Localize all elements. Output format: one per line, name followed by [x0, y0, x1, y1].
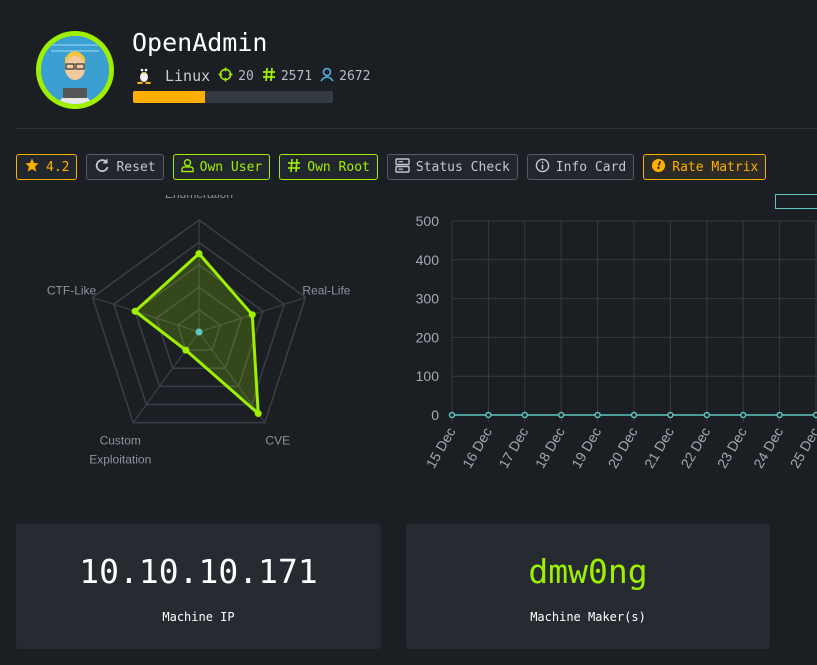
machine-meta: Linux 20 2571 2672 — [134, 64, 378, 88]
radar-data-point — [182, 346, 190, 354]
x-tick-label: 21 Dec — [641, 425, 677, 471]
y-tick-label: 100 — [416, 368, 440, 384]
y-tick-label: 300 — [416, 291, 440, 307]
hash-icon — [287, 158, 307, 177]
user-owns-stat: 2672 — [320, 67, 370, 86]
linux-icon — [134, 64, 159, 88]
own-root-label: Own Root — [307, 159, 370, 175]
own-user-button[interactable]: Own User — [172, 154, 271, 180]
root-owns-value: 2571 — [280, 68, 313, 84]
chart-legend-box — [775, 194, 817, 209]
reset-button[interactable]: Reset — [86, 154, 164, 180]
own-user-label: Own User — [199, 159, 263, 175]
radar-axis-label: Real-Life — [302, 284, 350, 298]
rating-button[interactable]: 4.2 — [16, 154, 78, 180]
x-tick-label: 20 Dec — [605, 425, 641, 471]
line-data-point — [739, 411, 747, 419]
points-value: 20 — [238, 68, 254, 84]
radar-data-point — [131, 307, 139, 315]
x-tick-label: 23 Dec — [714, 425, 750, 471]
info-card-button[interactable]: Info Card — [526, 154, 635, 180]
y-tick-label: 200 — [416, 329, 440, 345]
root-owns-stat: 2571 — [262, 67, 312, 86]
y-tick-label: 500 — [416, 213, 440, 229]
avatar-image — [41, 36, 109, 104]
machine-maker-card: dmw0ng Machine Maker(s) — [406, 524, 770, 649]
rate-matrix-label: Rate Matrix — [672, 159, 759, 175]
header-divider — [16, 128, 817, 129]
line-data-point — [594, 411, 601, 419]
rating-value: 4.2 — [46, 159, 70, 175]
x-tick-label: 17 Dec — [495, 425, 531, 471]
line-data-point — [485, 411, 492, 419]
rate-matrix-button[interactable]: Rate Matrix — [643, 154, 767, 180]
star-icon — [24, 157, 46, 177]
own-root-button[interactable]: Own Root — [279, 154, 378, 180]
radar-axis-label: CTF-Like — [47, 284, 97, 298]
x-tick-label: 24 Dec — [750, 425, 786, 471]
progress-fill — [133, 91, 205, 103]
radar-center-point — [195, 328, 203, 336]
line-data-point — [448, 411, 456, 419]
machine-progress-bar — [133, 91, 333, 103]
user-icon — [320, 67, 339, 86]
x-tick-label: 16 Dec — [459, 425, 495, 471]
crosshair-icon — [218, 66, 238, 86]
line-data-point — [812, 411, 817, 419]
status-check-button[interactable]: Status Check — [386, 154, 518, 180]
machine-ip-label: Machine IP — [162, 610, 235, 624]
user-owns-value: 2672 — [339, 68, 371, 84]
machine-ip-card: 10.10.10.171 Machine IP — [16, 524, 381, 649]
rate-matrix-radar-chart: Enumeration Real-Life CVE CustomExploitatio… — [47, 195, 351, 466]
radar-axis-label: CVE — [265, 433, 290, 447]
machine-maker-value[interactable]: dmw0ng — [406, 552, 770, 591]
machine-name: OpenAdmin — [132, 28, 268, 57]
activity-line-chart: 0 100 200 300 400 500 15 Dec 16 Dec 17 Dec 18 Dec… — [416, 213, 817, 471]
radar-data-point — [248, 311, 256, 319]
machine-ip-value: 10.10.10.171 — [79, 552, 318, 591]
radar-axis-label: Enumeration — [165, 195, 233, 201]
x-tick-label: 22 Dec — [677, 425, 713, 471]
x-tick-label: 18 Dec — [532, 425, 568, 471]
machine-maker-label: Machine Maker(s) — [530, 610, 646, 624]
machine-os: Linux — [165, 67, 211, 85]
line-data-point — [521, 411, 529, 419]
info-icon — [535, 158, 556, 177]
x-tick-label: 19 Dec — [568, 425, 604, 471]
machine-avatar — [36, 31, 114, 109]
radar-axis-label: Custom Exploitation — [89, 433, 151, 466]
toolbar: 4.2 Reset Own User Own Root Status Check… — [16, 154, 775, 180]
line-data-point — [703, 411, 711, 419]
y-tick-label: 0 — [431, 407, 439, 423]
line-data-point — [776, 411, 783, 419]
line-data-point — [630, 411, 638, 419]
x-tick-label: 15 Dec — [423, 425, 459, 471]
radar-data-point — [254, 410, 262, 418]
line-data-point — [667, 411, 674, 419]
radar-data-point — [195, 250, 203, 258]
x-tick-label: 25 Dec — [787, 425, 817, 471]
user-icon — [180, 158, 200, 177]
info-card-label: Info Card — [555, 159, 627, 175]
status-check-label: Status Check — [415, 159, 510, 175]
refresh-icon — [94, 157, 116, 177]
y-tick-label: 400 — [416, 252, 440, 268]
points-stat: 20 — [218, 66, 254, 86]
line-data-point — [557, 411, 565, 419]
gauge-icon — [651, 158, 672, 177]
reset-label: Reset — [116, 159, 156, 175]
server-icon — [395, 157, 416, 177]
hash-icon — [262, 67, 281, 86]
